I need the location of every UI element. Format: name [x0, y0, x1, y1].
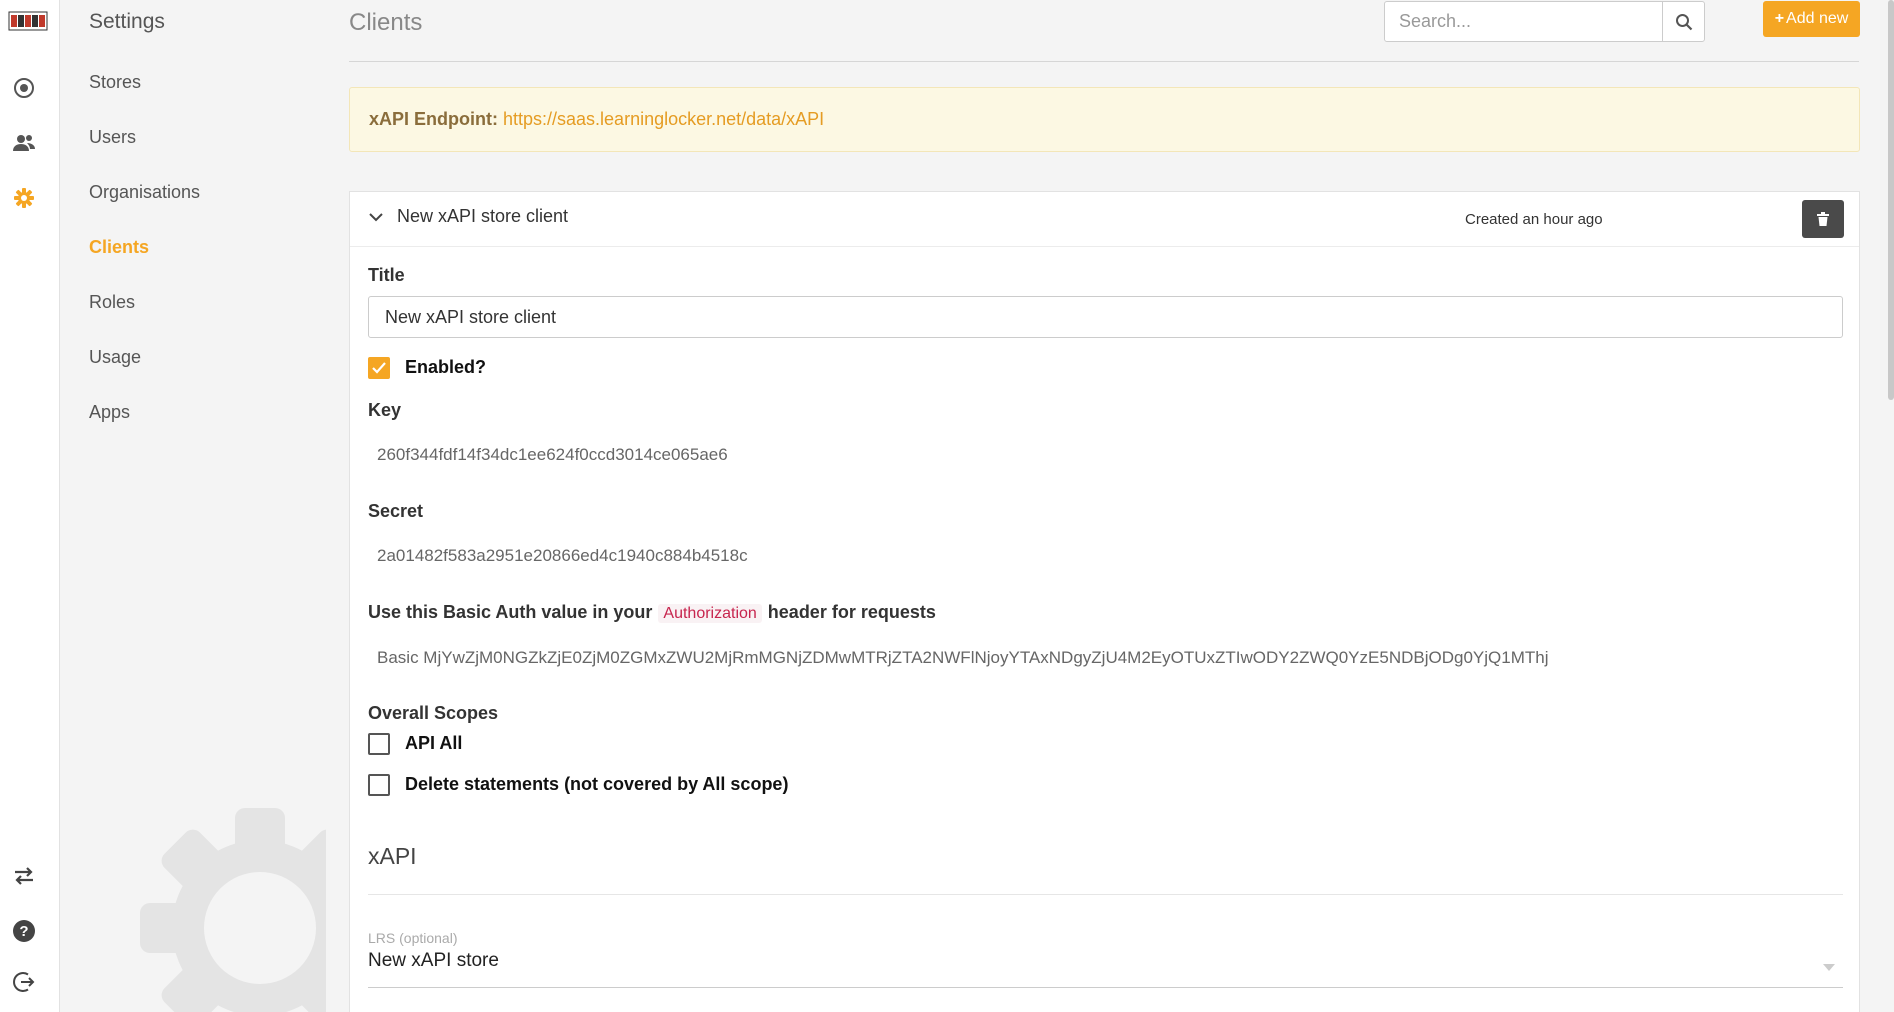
key-label: Key	[368, 400, 402, 420]
secret-value: 2a01482f583a2951e20866ed4c1940c884b4518c	[377, 546, 748, 565]
gear-watermark-icon	[140, 808, 326, 1012]
xapi-endpoint-banner: xAPI Endpoint: https://saas.learninglock…	[349, 87, 1860, 152]
page-title: Clients	[349, 9, 423, 36]
scope-delete-statements-label: Delete statements (not covered by All sc…	[405, 774, 789, 794]
nav-item-stores[interactable]: Stores	[89, 72, 141, 93]
overall-scopes-label: Overall Scopes	[368, 703, 499, 723]
scope-api-all-checkbox[interactable]	[368, 733, 390, 755]
caret-down-icon	[1823, 964, 1835, 971]
main-content: Clients + Add new xAPI Endpoint: https:/…	[326, 0, 1874, 1012]
key-value: 260f344fdf14f34dc1ee624f0ccd3014ce065ae6	[377, 445, 728, 464]
lrs-label: LRS (optional)	[368, 930, 458, 946]
endpoint-label: xAPI Endpoint:	[369, 109, 498, 129]
nav-item-users[interactable]: Users	[89, 127, 136, 148]
auth-suffix: header for requests	[767, 602, 936, 622]
auth-prefix: Use this Basic Auth value in your	[368, 602, 653, 622]
enabled-label: Enabled?	[405, 357, 487, 377]
help-icon[interactable]: ?	[10, 917, 38, 945]
settings-nav: Settings Stores Users Organisations Clie…	[60, 0, 326, 1012]
add-new-label: Add new	[1786, 10, 1849, 27]
settings-nav-title: Settings	[89, 10, 165, 33]
delete-client-button[interactable]	[1802, 200, 1844, 238]
logout-icon[interactable]	[10, 968, 38, 996]
search-icon	[1675, 13, 1692, 30]
search-button[interactable]	[1662, 2, 1704, 41]
gear-icon[interactable]	[10, 184, 38, 212]
search-input[interactable]	[1385, 2, 1662, 41]
title-label: Title	[368, 265, 405, 285]
search-box	[1384, 1, 1705, 42]
nav-item-organisations[interactable]: Organisations	[89, 182, 200, 203]
header-divider	[349, 61, 1859, 62]
swap-icon[interactable]	[10, 862, 38, 890]
plus-icon: +	[1774, 10, 1785, 27]
page-scrollbar[interactable]	[1888, 0, 1894, 400]
icon-rail: ?	[0, 0, 60, 1012]
client-card-header[interactable]: New xAPI store client Created an hour ag…	[350, 192, 1859, 247]
svg-text:?: ?	[19, 923, 28, 940]
chevron-down-icon[interactable]	[368, 209, 384, 230]
lrs-select[interactable]: New xAPI store	[368, 950, 1843, 988]
client-name: New xAPI store client	[397, 206, 569, 226]
app-logo[interactable]	[8, 8, 48, 34]
nav-item-usage[interactable]: Usage	[89, 347, 141, 368]
nav-item-clients[interactable]: Clients	[89, 237, 149, 258]
dashboard-icon[interactable]	[10, 74, 38, 102]
checkmark-icon	[372, 362, 386, 374]
lrs-selected-value: New xAPI store	[368, 950, 499, 971]
nav-item-roles[interactable]: Roles	[89, 292, 135, 313]
basic-auth-value: Basic MjYwZjM0NGZkZjE0ZjM0ZGMxZWU2MjRmMG…	[377, 648, 1549, 667]
trash-icon	[1817, 212, 1829, 226]
add-new-button[interactable]: + Add new	[1763, 1, 1860, 37]
scope-delete-statements-checkbox[interactable]	[368, 774, 390, 796]
nav-item-apps[interactable]: Apps	[89, 402, 130, 423]
enabled-checkbox[interactable]	[368, 357, 390, 379]
section-divider	[368, 894, 1843, 895]
client-card: New xAPI store client Created an hour ag…	[349, 191, 1860, 1012]
endpoint-link[interactable]: https://saas.learninglocker.net/data/xAP…	[503, 109, 824, 130]
secret-label: Secret	[368, 501, 424, 521]
people-icon[interactable]	[10, 129, 38, 157]
auth-instructions: Use this Basic Auth value in your Authori…	[368, 602, 936, 623]
title-input[interactable]	[368, 296, 1843, 338]
created-timestamp: Created an hour ago	[1465, 211, 1603, 228]
xapi-section-title: xAPI	[368, 843, 417, 869]
authorization-code: Authorization	[658, 604, 762, 623]
scope-api-all-label: API All	[405, 733, 463, 753]
